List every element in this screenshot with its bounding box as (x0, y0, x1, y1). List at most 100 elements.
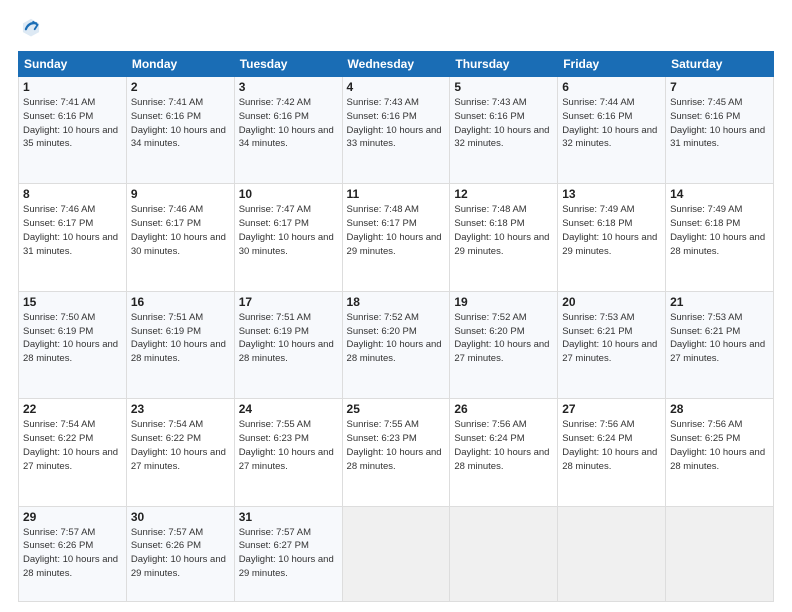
day-detail: Sunrise: 7:53 AMSunset: 6:21 PMDaylight:… (670, 311, 769, 366)
day-detail: Sunrise: 7:52 AMSunset: 6:20 PMDaylight:… (347, 311, 446, 366)
day-detail: Sunrise: 7:52 AMSunset: 6:20 PMDaylight:… (454, 311, 553, 366)
day-number: 22 (23, 402, 122, 416)
day-detail: Sunrise: 7:57 AMSunset: 6:26 PMDaylight:… (131, 526, 230, 581)
calendar-table: SundayMondayTuesdayWednesdayThursdayFrid… (18, 51, 774, 602)
logo (18, 16, 44, 41)
day-detail: Sunrise: 7:57 AMSunset: 6:27 PMDaylight:… (239, 526, 338, 581)
day-number: 13 (562, 187, 661, 201)
calendar-cell: 17 Sunrise: 7:51 AMSunset: 6:19 PMDayligh… (234, 291, 342, 398)
day-number: 28 (670, 402, 769, 416)
calendar-cell: 29 Sunrise: 7:57 AMSunset: 6:26 PMDayligh… (19, 506, 127, 601)
day-detail: Sunrise: 7:49 AMSunset: 6:18 PMDaylight:… (562, 203, 661, 258)
calendar-cell: 7Sunrise: 7:45 AMSunset: 6:16 PMDaylight… (666, 77, 774, 184)
calendar-cell: 4 Sunrise: 7:43 AMSunset: 6:16 PMDaylight… (342, 77, 450, 184)
calendar-cell: 28 Sunrise: 7:56 AMSunset: 6:25 PMDayligh… (666, 399, 774, 506)
day-detail: Sunrise: 7:51 AMSunset: 6:19 PMDaylight:… (131, 311, 230, 366)
calendar-cell: 23 Sunrise: 7:54 AMSunset: 6:22 PMDayligh… (126, 399, 234, 506)
day-detail: Sunrise: 7:57 AMSunset: 6:26 PMDaylight:… (23, 526, 122, 581)
week-row-5: 29 Sunrise: 7:57 AMSunset: 6:26 PMDayligh… (19, 506, 774, 601)
calendar-cell: 30 Sunrise: 7:57 AMSunset: 6:26 PMDayligh… (126, 506, 234, 601)
day-detail: Sunrise: 7:45 AMSunset: 6:16 PMDaylight:… (670, 96, 769, 151)
calendar-cell: 19 Sunrise: 7:52 AMSunset: 6:20 PMDayligh… (450, 291, 558, 398)
day-number: 1 (23, 80, 122, 94)
calendar-cell: 18 Sunrise: 7:52 AMSunset: 6:20 PMDayligh… (342, 291, 450, 398)
day-number: 15 (23, 295, 122, 309)
day-detail: Sunrise: 7:54 AMSunset: 6:22 PMDaylight:… (131, 418, 230, 473)
day-detail: Sunrise: 7:55 AMSunset: 6:23 PMDaylight:… (347, 418, 446, 473)
day-detail: Sunrise: 7:41 AMSunset: 6:16 PMDaylight:… (23, 96, 122, 151)
calendar-cell: 13 Sunrise: 7:49 AMSunset: 6:18 PMDayligh… (558, 184, 666, 291)
day-number: 30 (131, 510, 230, 524)
calendar-cell: 31 Sunrise: 7:57 AMSunset: 6:27 PMDayligh… (234, 506, 342, 601)
day-number: 11 (347, 187, 446, 201)
day-number: 17 (239, 295, 338, 309)
day-number: 2 (131, 80, 230, 94)
header (18, 16, 774, 41)
day-detail: Sunrise: 7:48 AMSunset: 6:18 PMDaylight:… (454, 203, 553, 258)
calendar-cell: 6Sunrise: 7:44 AMSunset: 6:16 PMDaylight… (558, 77, 666, 184)
day-number: 3 (239, 80, 338, 94)
weekday-header-thursday: Thursday (450, 52, 558, 77)
week-row-3: 15 Sunrise: 7:50 AMSunset: 6:19 PMDayligh… (19, 291, 774, 398)
day-detail: Sunrise: 7:54 AMSunset: 6:22 PMDaylight:… (23, 418, 122, 473)
calendar-cell: 26 Sunrise: 7:56 AMSunset: 6:24 PMDayligh… (450, 399, 558, 506)
day-number: 19 (454, 295, 553, 309)
day-detail: Sunrise: 7:51 AMSunset: 6:19 PMDaylight:… (239, 311, 338, 366)
day-number: 5 (454, 80, 553, 94)
calendar-cell: 20Sunrise: 7:53 AMSunset: 6:21 PMDayligh… (558, 291, 666, 398)
day-detail: Sunrise: 7:46 AMSunset: 6:17 PMDaylight:… (23, 203, 122, 258)
day-detail: Sunrise: 7:55 AMSunset: 6:23 PMDaylight:… (239, 418, 338, 473)
week-row-2: 8 Sunrise: 7:46 AMSunset: 6:17 PMDaylight… (19, 184, 774, 291)
day-number: 12 (454, 187, 553, 201)
calendar-cell: 2Sunrise: 7:41 AMSunset: 6:16 PMDaylight… (126, 77, 234, 184)
calendar-cell: 12 Sunrise: 7:48 AMSunset: 6:18 PMDayligh… (450, 184, 558, 291)
day-number: 23 (131, 402, 230, 416)
page: SundayMondayTuesdayWednesdayThursdayFrid… (0, 0, 792, 612)
weekday-header-monday: Monday (126, 52, 234, 77)
calendar-cell (558, 506, 666, 601)
calendar-cell (450, 506, 558, 601)
calendar-cell: 21Sunrise: 7:53 AMSunset: 6:21 PMDayligh… (666, 291, 774, 398)
calendar-cell (666, 506, 774, 601)
weekday-header-tuesday: Tuesday (234, 52, 342, 77)
weekday-header-sunday: Sunday (19, 52, 127, 77)
weekday-header-wednesday: Wednesday (342, 52, 450, 77)
calendar-cell (342, 506, 450, 601)
calendar-cell: 24 Sunrise: 7:55 AMSunset: 6:23 PMDayligh… (234, 399, 342, 506)
day-number: 9 (131, 187, 230, 201)
week-row-1: 1 Sunrise: 7:41 AMSunset: 6:16 PMDaylight… (19, 77, 774, 184)
day-number: 26 (454, 402, 553, 416)
day-detail: Sunrise: 7:56 AMSunset: 6:24 PMDaylight:… (562, 418, 661, 473)
calendar-cell: 1 Sunrise: 7:41 AMSunset: 6:16 PMDaylight… (19, 77, 127, 184)
day-number: 16 (131, 295, 230, 309)
day-detail: Sunrise: 7:48 AMSunset: 6:17 PMDaylight:… (347, 203, 446, 258)
calendar-cell: 11 Sunrise: 7:48 AMSunset: 6:17 PMDayligh… (342, 184, 450, 291)
day-number: 27 (562, 402, 661, 416)
day-detail: Sunrise: 7:49 AMSunset: 6:18 PMDaylight:… (670, 203, 769, 258)
calendar-cell: 14 Sunrise: 7:49 AMSunset: 6:18 PMDayligh… (666, 184, 774, 291)
logo-icon (20, 16, 42, 38)
calendar-cell: 3Sunrise: 7:42 AMSunset: 6:16 PMDaylight… (234, 77, 342, 184)
day-number: 8 (23, 187, 122, 201)
day-detail: Sunrise: 7:56 AMSunset: 6:25 PMDaylight:… (670, 418, 769, 473)
calendar-cell: 8 Sunrise: 7:46 AMSunset: 6:17 PMDaylight… (19, 184, 127, 291)
day-detail: Sunrise: 7:46 AMSunset: 6:17 PMDaylight:… (131, 203, 230, 258)
day-detail: Sunrise: 7:43 AMSunset: 6:16 PMDaylight:… (347, 96, 446, 151)
day-number: 18 (347, 295, 446, 309)
day-number: 14 (670, 187, 769, 201)
calendar-cell: 22 Sunrise: 7:54 AMSunset: 6:22 PMDayligh… (19, 399, 127, 506)
day-detail: Sunrise: 7:43 AMSunset: 6:16 PMDaylight:… (454, 96, 553, 151)
day-number: 29 (23, 510, 122, 524)
calendar-cell: 10Sunrise: 7:47 AMSunset: 6:17 PMDayligh… (234, 184, 342, 291)
calendar-cell: 25Sunrise: 7:55 AMSunset: 6:23 PMDayligh… (342, 399, 450, 506)
day-detail: Sunrise: 7:50 AMSunset: 6:19 PMDaylight:… (23, 311, 122, 366)
day-number: 10 (239, 187, 338, 201)
calendar-cell: 16 Sunrise: 7:51 AMSunset: 6:19 PMDayligh… (126, 291, 234, 398)
day-number: 31 (239, 510, 338, 524)
day-detail: Sunrise: 7:56 AMSunset: 6:24 PMDaylight:… (454, 418, 553, 473)
calendar-cell: 15 Sunrise: 7:50 AMSunset: 6:19 PMDayligh… (19, 291, 127, 398)
weekday-header-saturday: Saturday (666, 52, 774, 77)
day-detail: Sunrise: 7:53 AMSunset: 6:21 PMDaylight:… (562, 311, 661, 366)
day-number: 4 (347, 80, 446, 94)
day-number: 24 (239, 402, 338, 416)
